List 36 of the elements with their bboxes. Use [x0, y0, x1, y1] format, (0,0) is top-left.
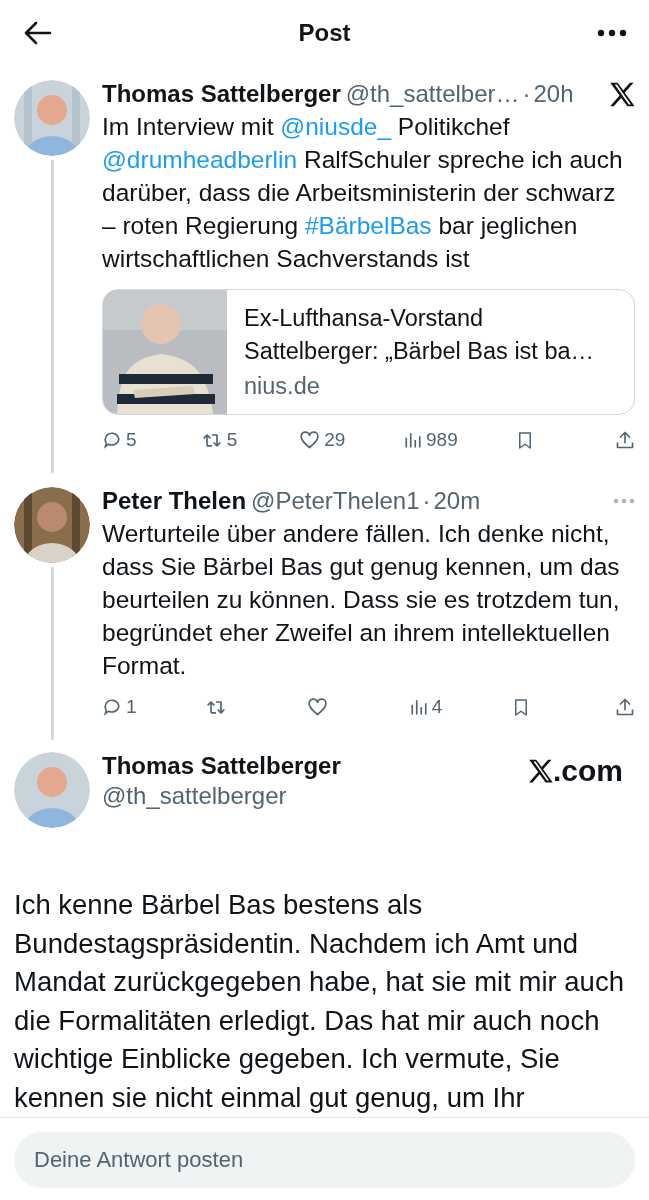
action-count: 29 — [324, 429, 346, 451]
x-logo-icon — [608, 80, 635, 108]
share-icon[interactable] — [614, 430, 635, 450]
author-handle: @PeterThelen1 — [251, 487, 420, 515]
action-count: 4 — [431, 696, 443, 718]
action-count: 5 — [226, 429, 238, 451]
reply-field[interactable]: Deine Antwort posten — [14, 1132, 635, 1188]
card-title: Ex-Lufthansa-Vorstand Sattelberger: „Bärbel Bas ist ba… — [244, 304, 596, 366]
post-time: 20m — [433, 487, 481, 515]
action-count: 989 — [426, 429, 458, 451]
post-text: Ich kenne Bärbel Bas bestens als Bundestagspräsidentin. Nachdem ich Amt und Mandat zurückgegeben habe, hat sie mit mir auch die Formalitäten erledigt. Das hat mir auch noch wichtige Einblicke gegeben. Ich vermute, Sie kennen sie nicht einmal gut genug, um Ihr — [13, 888, 625, 1115]
card-domain: nius.de — [244, 372, 321, 401]
author-name: Thomas Sattelberger — [102, 80, 341, 108]
separator-dot: · — [522, 80, 531, 108]
author-handle: @th_sattelberger — [102, 782, 288, 810]
action-count: 5 — [126, 429, 137, 451]
more-icon[interactable] — [597, 29, 627, 37]
share-icon[interactable] — [614, 697, 635, 717]
author-name: Thomas Sattelberger — [102, 752, 342, 780]
post-time: 20h — [533, 80, 574, 108]
reply-icon[interactable] — [102, 430, 122, 450]
post-text: Werturteile über andere fällen. Ich denke nicht, dass Sie Bärbel Bas gut genug kennen, um das beurteilen zu können. Dass sie es trotzdem tun, begründet eher Zweifel an ihrem intellektuellen Format. — [102, 519, 621, 681]
back-icon[interactable] — [24, 21, 52, 45]
post-text: Im Interview mit @niusde_ Politikchef @drumheadberlin RalfSchuler spreche ich auch darüber, dass die Arbeitsministerin der schwarz – roten Regierung #BärbelBas bar jeglichen wirtschaftlichen Sachverstands ist — [102, 112, 624, 274]
author-handle: @th_sattelber… — [345, 80, 520, 108]
author-name: Peter Thelen — [102, 487, 247, 515]
separator-dot: · — [422, 487, 431, 515]
heart-icon[interactable] — [307, 697, 329, 717]
views-icon[interactable] — [404, 430, 422, 450]
link-card[interactable]: Ex-Lufthansa-Vorstand Sattelberger: „Bärbel Bas ist ba… nius.de — [102, 289, 635, 415]
reply-icon[interactable] — [102, 697, 122, 717]
views-icon[interactable] — [409, 697, 428, 717]
page-title: Post — [298, 19, 351, 47]
heart-icon[interactable] — [299, 430, 321, 450]
brand-text: .com — [552, 754, 623, 788]
action-count: 1 — [126, 696, 137, 718]
